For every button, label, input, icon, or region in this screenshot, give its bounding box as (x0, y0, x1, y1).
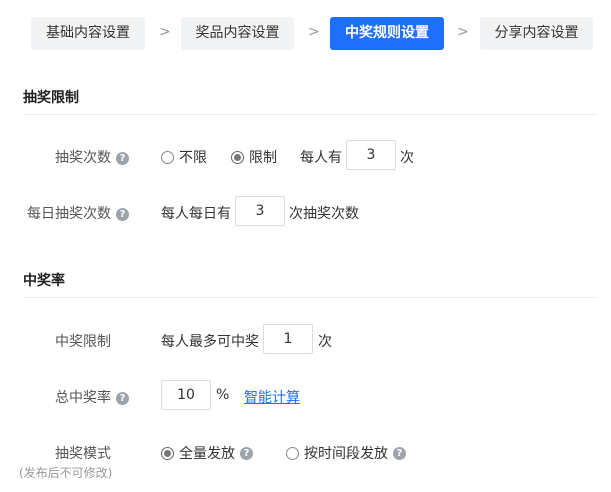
daily-draw-count-label: 每日抽奖次数? (27, 203, 129, 223)
chevron-right-icon: > (308, 24, 320, 40)
draw-count-label-text: 抽奖次数 (55, 150, 111, 166)
smart-calc-link[interactable]: 智能计算 (244, 387, 300, 407)
radio-circle-icon[interactable] (286, 446, 299, 460)
draw-count-input[interactable] (346, 140, 396, 170)
question-circle-icon[interactable]: ? (393, 446, 406, 460)
question-circle-icon[interactable]: ? (116, 208, 129, 221)
total-rate-label-text: 总中奖率 (55, 390, 111, 406)
question-circle-icon[interactable]: ? (240, 446, 253, 460)
radio-timed-release[interactable]: 按时间段发放? (286, 443, 406, 463)
radio-circle-icon[interactable] (161, 150, 174, 164)
radio-label: 全量发放 (179, 446, 235, 462)
draw-mode-label: 抽奖模式 (55, 446, 111, 462)
chevron-right-icon: > (457, 24, 469, 40)
daily-draw-count-label-text: 每日抽奖次数 (27, 206, 111, 222)
step-basic-content[interactable]: 基础内容设置 (31, 17, 145, 50)
win-limit-label: 中奖限制 (55, 334, 111, 350)
total-rate-input[interactable] (161, 380, 211, 410)
radio-label: 按时间段发放 (304, 446, 388, 462)
step-navigation: 基础内容设置 > 奖品内容设置 > 中奖规则设置 > 分享内容设置 (31, 17, 601, 50)
draw-mode-note: (发布后不可修改) (19, 466, 113, 480)
draw-count-suffix: 次 (400, 150, 414, 166)
radio-draw-unlimited[interactable]: 不限 (161, 147, 207, 167)
daily-draw-suffix: 次抽奖次数 (289, 206, 359, 222)
daily-draw-prefix: 每人每日有 (161, 206, 231, 222)
percent-unit: % (216, 387, 230, 403)
total-rate-label: 总中奖率? (55, 387, 129, 407)
draw-count-prefix: 每人有 (300, 150, 342, 166)
win-limit-input[interactable] (263, 324, 313, 354)
section-title-win-rate: 中奖率 (23, 273, 65, 289)
draw-count-label: 抽奖次数? (55, 147, 129, 167)
chevron-right-icon: > (159, 24, 171, 40)
radio-checked-icon[interactable] (161, 446, 174, 460)
step-winning-rules[interactable]: 中奖规则设置 (330, 17, 444, 50)
daily-draw-count-input[interactable] (235, 196, 285, 226)
radio-draw-limited[interactable]: 限制 (231, 147, 277, 167)
step-prize-content[interactable]: 奖品内容设置 (181, 17, 294, 50)
step-share-content[interactable]: 分享内容设置 (480, 17, 593, 50)
question-circle-icon[interactable]: ? (116, 152, 129, 165)
win-limit-prefix: 每人最多可中奖 (161, 334, 259, 350)
section-title-draw-limit: 抽奖限制 (23, 90, 79, 106)
radio-checked-icon[interactable] (231, 150, 244, 164)
radio-label: 不限 (179, 150, 207, 166)
radio-full-release[interactable]: 全量发放? (161, 443, 253, 463)
win-limit-suffix: 次 (318, 334, 332, 350)
divider (23, 114, 598, 115)
radio-label: 限制 (249, 150, 277, 166)
question-circle-icon[interactable]: ? (116, 392, 129, 405)
divider (23, 297, 598, 298)
